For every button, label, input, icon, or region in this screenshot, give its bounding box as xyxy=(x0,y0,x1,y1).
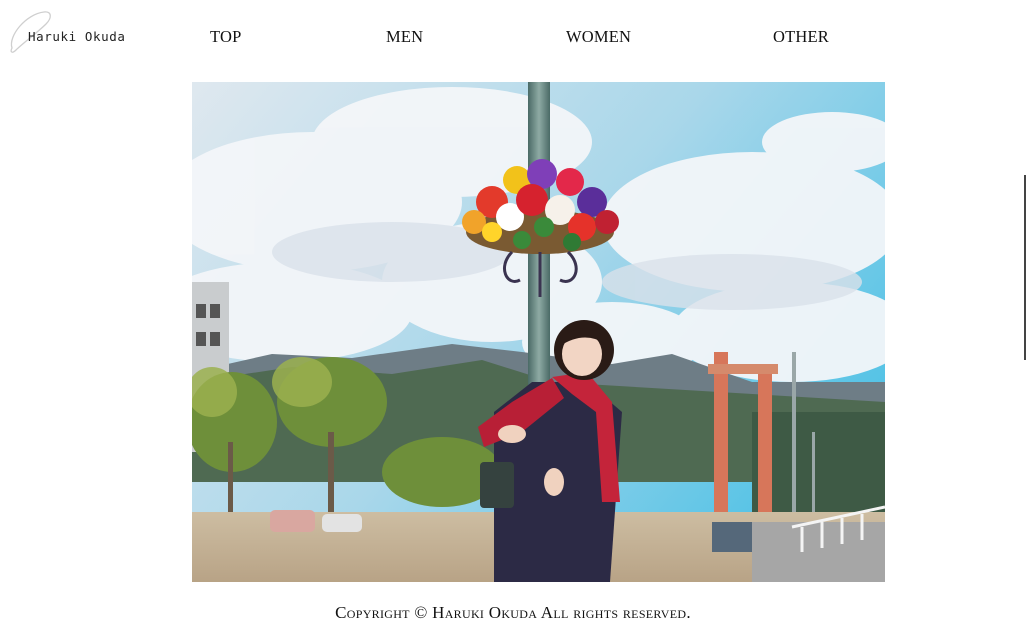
nav-link-men[interactable]: MEN xyxy=(386,27,423,47)
footer-copyright: Copyright © Haruki Okuda All rights rese… xyxy=(335,603,691,622)
nav-link-women[interactable]: WOMEN xyxy=(566,27,631,47)
nav-link-other[interactable]: OTHER xyxy=(773,27,829,47)
nav-link-top[interactable]: TOP xyxy=(210,27,241,47)
hero-photo-illustration xyxy=(192,82,885,582)
logo-text: Haruki Okuda xyxy=(28,29,126,44)
hero-photo xyxy=(192,82,885,582)
site-logo[interactable]: Haruki Okuda xyxy=(8,10,148,56)
